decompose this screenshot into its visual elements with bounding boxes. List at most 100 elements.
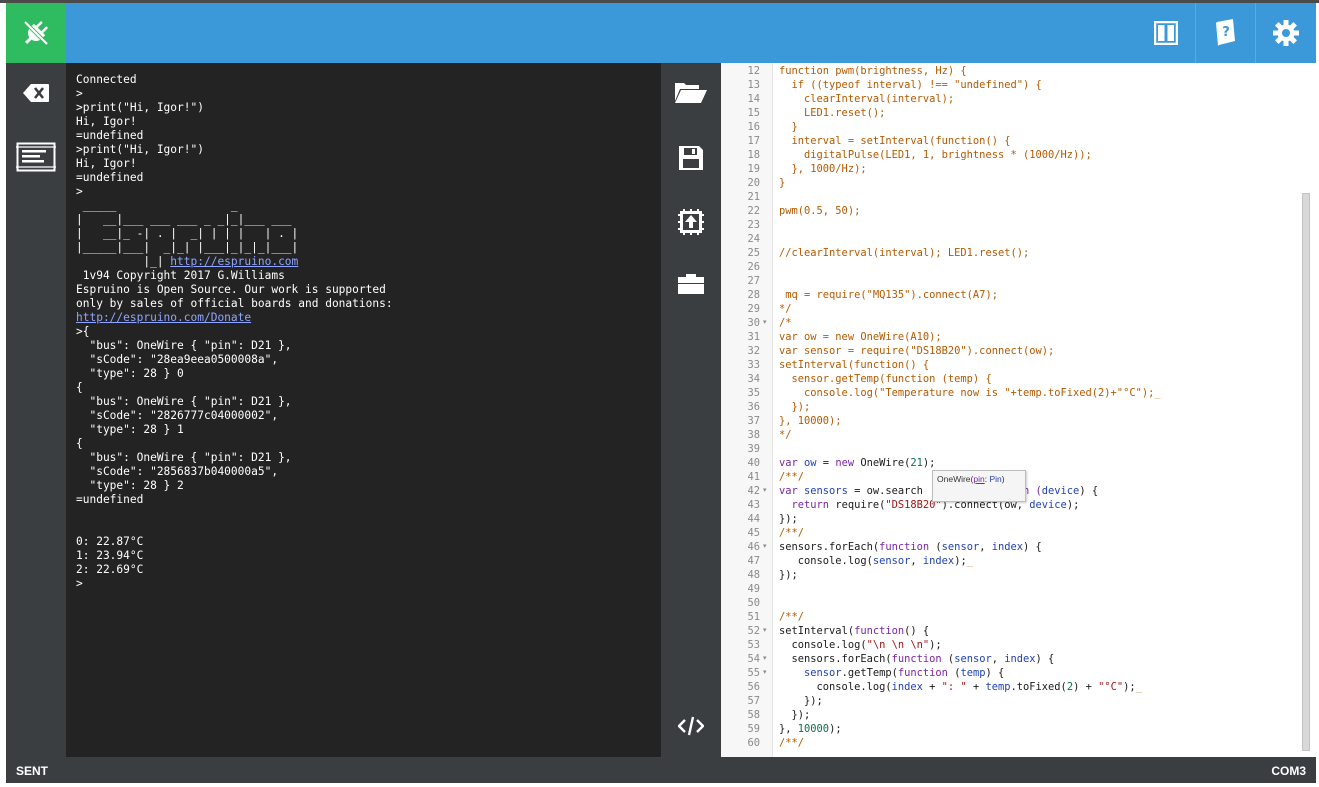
code-content[interactable]: function pwm(brightness, Hz) { if ((type… — [779, 64, 1161, 750]
line-number: 39 — [747, 443, 760, 455]
line-number: 47 — [747, 555, 760, 567]
line-number: 17 — [747, 135, 760, 147]
code-line: /**/ — [779, 527, 805, 539]
code-line: sensor.getTemp(function (temp) { — [779, 373, 992, 385]
terminal-line: |_____|___| _|_| |___|_|_|_|___| — [76, 241, 299, 254]
line-number: 51 — [747, 611, 760, 623]
line-number: 43 — [747, 499, 760, 511]
connect-button[interactable] — [6, 3, 66, 63]
code-line: mq = require("MQ135").connect(A7); — [779, 289, 998, 301]
code-line: }); — [779, 401, 811, 413]
line-number: 45 — [747, 527, 760, 539]
terminal-line: >print("Hi, Igor!") — [76, 101, 204, 114]
code-line: /**/ — [779, 737, 805, 749]
line-number: 38 — [747, 429, 760, 441]
code-line: console.log("\n \n \n"); — [779, 639, 942, 651]
terminal-line: > — [76, 577, 83, 590]
terminal-line: =undefined — [76, 129, 144, 142]
terminal-line: 1: 23.94°C — [76, 549, 144, 562]
backspace-icon — [23, 84, 49, 102]
line-number-gutter: 12 13 14 15 16 17 18 19 20 21 22 23 24 25 26 27 28 29 30 ▾ 3… — [721, 63, 773, 757]
terminal-line: =undefined — [76, 493, 144, 506]
fold-toggle-icon[interactable]: ▾ — [763, 316, 767, 330]
line-number: 27 — [747, 275, 760, 287]
donate-link[interactable]: http://espruino.com/Donate — [76, 311, 251, 324]
fold-toggle-icon[interactable]: ▾ — [763, 484, 767, 498]
terminal-line: 2: 22.69°C — [76, 563, 144, 576]
espruino-link[interactable]: http://espruino.com — [170, 255, 298, 268]
code-line: sensor.getTemp(function (temp) { — [804, 667, 1005, 679]
code-line: */ — [779, 429, 792, 441]
top-toolbar: ? — [6, 3, 1316, 63]
storage-button[interactable] — [661, 256, 721, 312]
code-line: } — [779, 177, 786, 189]
help-button[interactable]: ? — [1196, 3, 1256, 63]
terminal-line: | __|_ -| . | _| | | | | . | — [76, 227, 299, 240]
terminal-line: "type": 28 } 2 — [76, 479, 184, 492]
line-number: 33 — [747, 359, 760, 371]
fold-toggle-icon[interactable]: ▾ — [763, 624, 767, 638]
line-number: 54 — [747, 653, 760, 665]
line-number: 31 — [747, 331, 760, 343]
code-editor[interactable]: 12 13 14 15 16 17 18 19 20 21 22 23 24 25 26 27 28 29 30 ▾ 3… — [721, 63, 1316, 757]
split-layout-button[interactable] — [1136, 3, 1196, 63]
code-view-button[interactable] — [661, 698, 721, 754]
terminal-line: "bus": OneWire { "pin": D21 }, — [76, 339, 292, 352]
terminal-line: only by sales of official boards and don… — [76, 297, 393, 310]
status-bar: SENT COM3 — [6, 757, 1316, 783]
line-number: 56 — [747, 681, 760, 693]
line-number: 60 — [747, 737, 760, 749]
editor-scrollbar[interactable] — [1302, 193, 1310, 751]
fold-toggle-icon[interactable]: ▾ — [763, 652, 767, 666]
line-number: 49 — [747, 583, 760, 595]
terminal-panel[interactable]: Connected > >print("Hi, Igor!") Hi, Igor! =u… — [66, 63, 661, 757]
code-line: */ — [779, 303, 792, 315]
code-line: setInterval(function() { — [779, 625, 930, 637]
code-line: }, 1000/Hz); — [779, 163, 867, 175]
send-to-device-button[interactable] — [661, 194, 721, 250]
line-number: 50 — [747, 597, 760, 609]
split-layout-icon — [1154, 21, 1178, 45]
plug-icon — [23, 20, 49, 46]
briefcase-icon — [678, 274, 704, 294]
terminal-line: | __|___ ___ ___ _ _|_|___ ___ — [76, 213, 292, 226]
code-line: /**/ — [779, 611, 805, 623]
code-line: }); — [779, 709, 811, 721]
terminal-line: _____ _ — [76, 199, 238, 212]
line-number: 37 — [747, 415, 760, 427]
code-line: //clearInterval(interval); LED1.reset(); — [779, 247, 1030, 259]
console-view-button[interactable] — [6, 129, 66, 185]
line-number: 35 — [747, 387, 760, 399]
terminal-line: { — [76, 437, 83, 450]
fold-toggle-icon[interactable]: ▾ — [763, 540, 767, 554]
line-number: 13 — [747, 79, 760, 91]
line-number: 25 — [747, 247, 760, 259]
terminal-line: 1v94 Copyright 2017 G.Williams — [76, 269, 285, 282]
line-number: 48 — [747, 569, 760, 581]
line-number: 19 — [747, 163, 760, 175]
code-line: sensors.forEach(function (sensor, index)… — [779, 653, 1055, 665]
clear-terminal-button[interactable] — [6, 65, 66, 121]
code-icon — [678, 716, 704, 736]
line-number: 18 — [747, 149, 760, 161]
settings-button[interactable] — [1256, 3, 1316, 63]
terminal-line: Espruino is Open Source. Our work is sup… — [76, 283, 386, 296]
save-file-button[interactable] — [661, 130, 721, 186]
terminal-line: "sCode": "2826777c04000002", — [76, 409, 279, 422]
terminal-line: >print("Hi, Igor!") — [76, 143, 204, 156]
code-line: }, 10000); — [779, 415, 842, 427]
open-file-button[interactable] — [661, 64, 721, 120]
terminal-line: "sCode": "28ea9eea0500008a", — [76, 353, 279, 366]
fold-toggle-icon[interactable]: ▾ — [763, 666, 767, 680]
code-line: console.log(index + ": " + temp.toFixed(… — [779, 681, 1142, 693]
code-line: }); — [779, 569, 798, 581]
terminal-line: Hi, Igor! — [76, 115, 137, 128]
terminal-line: "bus": OneWire { "pin": D21 }, — [76, 395, 292, 408]
code-line: pwm(0.5, 50); — [779, 205, 861, 217]
code-line: LED1.reset(); — [779, 107, 886, 119]
line-number: 44 — [747, 513, 760, 525]
